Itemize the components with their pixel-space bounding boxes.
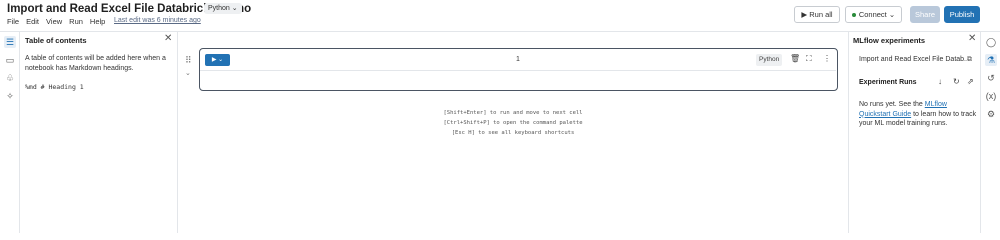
chevron-down-icon: ⌄ [231, 5, 238, 12]
close-icon[interactable]: ✕ [968, 33, 976, 44]
connect-button[interactable]: Connect ⌄ [845, 6, 902, 23]
chevron-down-icon: ⌄ [218, 57, 224, 63]
run-all-button[interactable]: ▶ Run all [794, 6, 840, 23]
top-bar: Import and Read Excel File Databricks De… [0, 0, 1000, 32]
refresh-icon[interactable]: ↻ [953, 77, 960, 86]
assistant-icon[interactable]: ✧ [4, 90, 16, 102]
close-icon[interactable]: ✕ [164, 33, 172, 44]
comment-icon[interactable]: ◯ [985, 36, 997, 48]
language-selector[interactable]: Python ⌄ [204, 3, 242, 14]
history-icon[interactable]: ↺ [985, 72, 997, 84]
toc-panel: Table of contents ✕ A table of contents … [20, 32, 178, 233]
toc-example: %md # Heading 1 [25, 83, 84, 91]
folder-icon[interactable]: ▭ [4, 54, 16, 66]
cell-language-badge[interactable]: Python [756, 54, 783, 66]
table-of-contents-icon[interactable]: ☰ [4, 36, 16, 48]
language-label: Python [208, 5, 230, 12]
publish-button[interactable]: Publish [944, 6, 980, 23]
right-rail: ◯ ⚗ ↺ (x) ⚙ [980, 32, 1000, 233]
collapse-chevron-icon[interactable]: ⌄ [185, 69, 191, 77]
last-edit-link[interactable]: Last edit was 6 minutes ago [114, 17, 201, 24]
keyboard-hints: [Shift+Enter] to run and move to next ce… [413, 108, 613, 138]
no-runs-pre: No runs yet. See the [859, 101, 925, 108]
experiment-runs-label: Experiment Runs [859, 79, 917, 86]
code-cell[interactable]: ▶ ⌄ 1 Python 🗑 ⛶ ⋮ [199, 48, 838, 91]
external-link-icon[interactable]: ⇗ [967, 77, 974, 86]
cell-number: 1 [516, 56, 520, 63]
shapes-icon[interactable]: ♧ [4, 72, 16, 84]
no-runs-message: No runs yet. See the MLflow Quickstart G… [859, 100, 977, 129]
more-options-icon[interactable]: ⋮ [823, 54, 831, 63]
drag-handle-icon[interactable]: ⠿ [185, 55, 192, 66]
trash-icon[interactable]: 🗑 [790, 54, 800, 63]
play-icon: ▶ [801, 10, 808, 19]
menu-edit[interactable]: Edit [26, 17, 39, 26]
variables-icon[interactable]: (x) [985, 90, 997, 102]
experiment-icon[interactable]: ⚗ [985, 54, 997, 66]
mlflow-panel: MLflow experiments ✕ Import and Read Exc… [848, 32, 980, 233]
hint-palette: [Ctrl+Shift+P] to open the command palet… [443, 120, 583, 126]
hint-shortcuts: [Esc H] to see all keyboard shortcuts [451, 130, 575, 136]
menu-help[interactable]: Help [90, 17, 105, 26]
toc-title: Table of contents [25, 36, 87, 45]
run-cell-button[interactable]: ▶ ⌄ [205, 54, 230, 66]
menu-view[interactable]: View [46, 17, 62, 26]
mlflow-title: MLflow experiments [853, 36, 926, 45]
menu-bar: File Edit View Run Help [7, 17, 112, 26]
chevron-down-icon: ⌄ [888, 10, 896, 19]
connect-label: Connect [858, 10, 887, 19]
run-all-label: Run all [809, 10, 833, 19]
play-icon: ▶ [211, 57, 217, 63]
menu-file[interactable]: File [7, 17, 19, 26]
experiment-name[interactable]: Import and Read Excel File Datab... [859, 56, 970, 63]
status-dot-icon [851, 13, 856, 18]
toc-description: A table of contents will be added here w… [25, 55, 166, 72]
menu-run[interactable]: Run [69, 17, 83, 26]
sort-down-icon[interactable]: ↓ [938, 77, 942, 86]
share-button[interactable]: Share [910, 6, 940, 23]
expand-icon[interactable]: ⛶ [806, 54, 812, 64]
cell-divider [200, 70, 836, 71]
left-rail: ☰ ▭ ♧ ✧ [0, 32, 20, 233]
copy-icon[interactable]: ⧉ [967, 56, 972, 64]
hint-run: [Shift+Enter] to run and move to next ce… [443, 110, 583, 116]
environment-icon[interactable]: ⚙ [985, 108, 997, 120]
